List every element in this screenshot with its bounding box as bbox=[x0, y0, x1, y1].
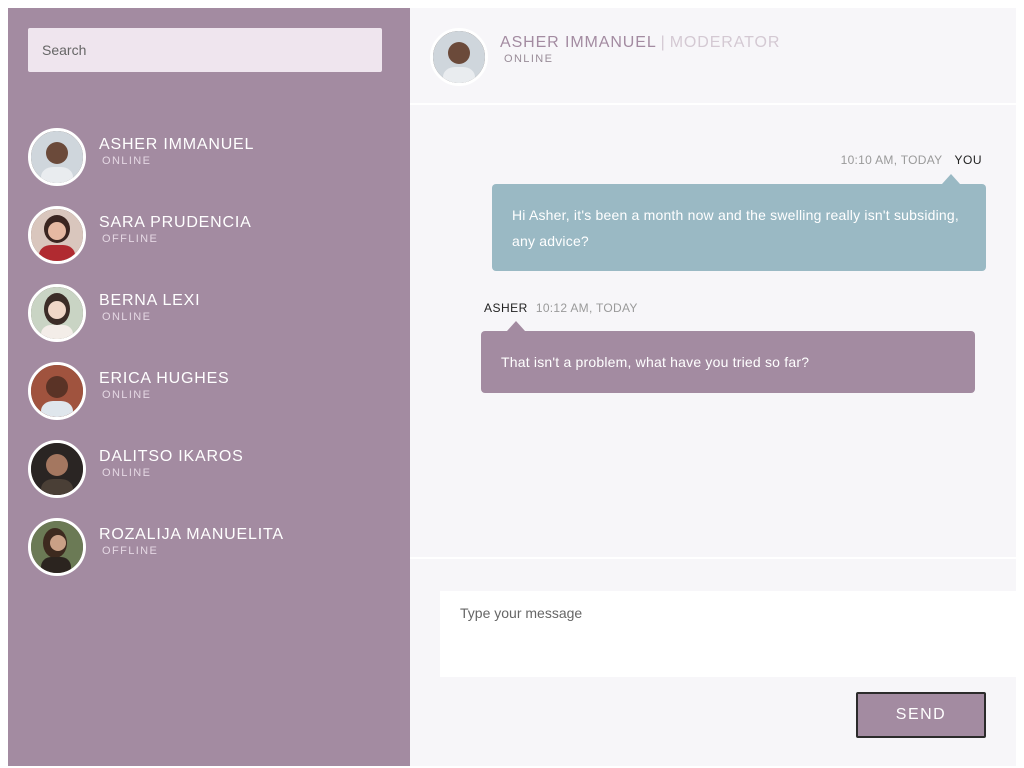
chat-contact-role: MODERATOR bbox=[669, 34, 781, 51]
chat-contact-status: ONLINE bbox=[504, 53, 554, 65]
contact-name: ASHER IMMANUEL bbox=[99, 136, 255, 153]
message-sender: YOU bbox=[954, 153, 982, 167]
contact-item[interactable]: ASHER IMMANUEL ONLINE bbox=[28, 128, 388, 206]
contact-name: BERNA LEXI bbox=[99, 292, 201, 309]
contact-info: ROZALIJA MANUELITA OFFLINE bbox=[99, 526, 284, 557]
contact-status: OFFLINE bbox=[102, 545, 159, 557]
send-button[interactable]: SEND bbox=[856, 692, 986, 738]
chat-header: ASHER IMMANUEL | MODERATOR ONLINE bbox=[410, 8, 1016, 105]
message-time: 10:10 AM, TODAY bbox=[840, 153, 943, 167]
avatar bbox=[430, 28, 488, 86]
contact-info: ERICA HUGHES ONLINE bbox=[99, 370, 230, 401]
contact-name: DALITSO IKAROS bbox=[99, 448, 244, 465]
contact-status: ONLINE bbox=[102, 155, 152, 167]
chat-panel: ASHER IMMANUEL | MODERATOR ONLINE 10:10 AM… bbox=[410, 8, 1016, 766]
avatar bbox=[28, 206, 86, 264]
message-input[interactable] bbox=[440, 591, 1016, 677]
search-input[interactable] bbox=[28, 28, 382, 72]
chat-contact-name: ASHER IMMANUEL bbox=[500, 34, 657, 51]
chat-title: ASHER IMMANUEL | MODERATOR bbox=[500, 34, 780, 52]
contact-item[interactable]: ROZALIJA MANUELITA OFFLINE bbox=[28, 518, 388, 596]
avatar bbox=[28, 128, 86, 186]
contact-list: ASHER IMMANUEL ONLINE SARA PRUDENCIA OFF… bbox=[28, 128, 388, 596]
contact-item[interactable]: SARA PRUDENCIA OFFLINE bbox=[28, 206, 388, 284]
contacts-sidebar: ASHER IMMANUEL ONLINE SARA PRUDENCIA OFF… bbox=[8, 8, 410, 766]
avatar bbox=[28, 362, 86, 420]
message-list: 10:10 AM, TODAY YOU Hi Asher, it's been a… bbox=[410, 107, 1016, 557]
chat-app: ASHER IMMANUEL ONLINE SARA PRUDENCIA OFF… bbox=[8, 8, 1016, 766]
contact-status: ONLINE bbox=[102, 467, 152, 479]
contact-info: SARA PRUDENCIA OFFLINE bbox=[99, 214, 252, 245]
title-separator: | bbox=[660, 34, 666, 51]
avatar bbox=[28, 440, 86, 498]
contact-status: ONLINE bbox=[102, 389, 152, 401]
incoming-message: That isn't a problem, what have you trie… bbox=[481, 321, 975, 393]
message-meta: 10:10 AM, TODAY YOU bbox=[841, 153, 982, 167]
contact-info: ASHER IMMANUEL ONLINE bbox=[99, 136, 254, 167]
contact-name: ERICA HUGHES bbox=[99, 370, 230, 387]
message-sender: ASHER bbox=[484, 301, 528, 315]
avatar bbox=[28, 518, 86, 576]
message-meta: ASHER 10:12 AM, TODAY bbox=[484, 301, 638, 315]
contact-item[interactable]: DALITSO IKAROS ONLINE bbox=[28, 440, 388, 518]
contact-status: ONLINE bbox=[102, 311, 152, 323]
contact-item[interactable]: BERNA LEXI ONLINE bbox=[28, 284, 388, 362]
contact-status: OFFLINE bbox=[102, 233, 159, 245]
message-composer: SEND bbox=[410, 557, 1016, 766]
contact-name: ROZALIJA MANUELITA bbox=[99, 526, 284, 543]
avatar bbox=[28, 284, 86, 342]
contact-info: DALITSO IKAROS ONLINE bbox=[99, 448, 244, 479]
message-time: 10:12 AM, TODAY bbox=[535, 301, 638, 315]
contact-info: BERNA LEXI ONLINE bbox=[99, 292, 200, 323]
outgoing-message: Hi Asher, it's been a month now and the … bbox=[492, 174, 986, 271]
contact-item[interactable]: ERICA HUGHES ONLINE bbox=[28, 362, 388, 440]
contact-name: SARA PRUDENCIA bbox=[99, 214, 252, 231]
